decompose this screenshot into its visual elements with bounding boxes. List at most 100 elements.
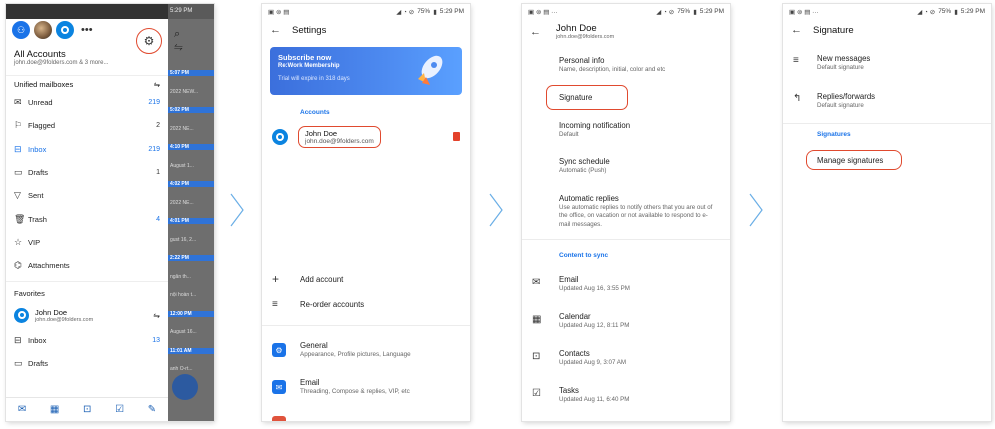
status-bar: ▣ ⊚ ▤ ··· ◢ ◔ ⊘ 75% ▮ 5:29 PM — [528, 8, 724, 16]
signature-item[interactable]: Signature — [559, 93, 724, 102]
settings-next-partial — [272, 414, 300, 421]
new-messages-item[interactable]: ≡ New messages Default signature — [793, 54, 870, 71]
account-highlight[interactable]: John Doe john.doe@9folders.com — [298, 126, 381, 148]
favorites-header: Favorites — [6, 281, 168, 302]
unified-mailboxes-header[interactable]: Unified mailboxes ⇋ — [6, 75, 168, 91]
background-mail-item: 2:22 PM — [168, 255, 214, 261]
reply-icon: ↰ — [793, 93, 802, 104]
sync-item-calendar[interactable]: ▦ Calendar Updated Aug 12, 8:11 PM — [532, 312, 629, 329]
search-icon: ⌕ ⇋ — [174, 28, 193, 53]
background-mail-item: 12:00 PM — [168, 310, 214, 317]
envelope-icon: ✉ — [14, 97, 22, 108]
signatures-section-label: Signatures — [817, 131, 851, 138]
background-mail-list: 5:29 PM ⌕ ⇋ 5:07 PM 2022 NEW... 5:02 PM 202… — [168, 4, 214, 421]
folder-list: ✉ Unread 219 ⚐ Flagged 2 ⊟ Inbox 219 ▭ Drafts 1 ▽ Sen… — [6, 91, 168, 277]
calendar-icon: ▦ — [532, 314, 542, 325]
folder-trash[interactable]: 🗑 Trash 4 — [6, 207, 168, 230]
screen-settings: ▣ ⊚ ▤ ◢ ◔ ⊘ 75% ▮ 5:29 PM ← Settings Subscr… — [262, 4, 470, 421]
status-bar: ▣ ⊚ ▤ ··· ◢ ◔ ⊘ 75% ▮ 5:29 PM — [789, 8, 985, 16]
contacts-icon[interactable]: ⊡ — [83, 404, 91, 415]
more-icon[interactable]: ••• — [81, 24, 93, 36]
star-icon: ☆ — [14, 236, 23, 247]
add-account-button[interactable]: + Add account — [272, 272, 343, 286]
divider — [522, 239, 730, 240]
rocket-icon — [418, 55, 443, 85]
chevron-right-icon — [749, 193, 763, 227]
screen-mail-drawer: 5:29 PM ⌕ ⇋ 5:07 PM 2022 NEW... 5:02 PM 202… — [6, 4, 214, 421]
account-subtitle: john.doe@9folders.com & 3 more... — [14, 60, 109, 66]
folder-vip[interactable]: ☆ VIP — [6, 231, 168, 254]
mail-icon: ✉ — [532, 277, 541, 288]
sync-schedule-item[interactable]: Sync schedule Automatic (Push) — [559, 157, 724, 175]
settings-general[interactable]: ⚙ General Appearance, Profile pictures, … — [272, 341, 411, 358]
send-icon: ▽ — [14, 190, 21, 201]
incoming-notification-item[interactable]: Incoming notification Default — [559, 121, 724, 139]
outlook-avatar[interactable] — [56, 21, 74, 39]
background-mail-item: August 1... — [170, 162, 194, 169]
page-title: Signature — [813, 24, 854, 36]
all-accounts-avatar[interactable]: ⚇ — [12, 21, 30, 39]
mail-icon[interactable]: ✉ — [18, 404, 26, 415]
inbox-icon: ⊟ — [14, 143, 22, 154]
background-mail-item: August 16... — [170, 329, 197, 335]
fav-inbox[interactable]: ⊟ Inbox 13 — [6, 328, 168, 351]
back-arrow-icon[interactable]: ← — [270, 24, 292, 36]
tasks-icon[interactable]: ☑ — [115, 404, 124, 415]
envelope-icon: ✉ — [272, 380, 286, 394]
reorder-accounts-button[interactable]: ≡ Re-order accounts — [272, 299, 364, 310]
drafts-icon: ▭ — [14, 167, 23, 178]
replies-forwards-item[interactable]: ↰ Replies/forwards Default signature — [793, 92, 875, 109]
sync-item-tasks[interactable]: ☑ Tasks Updated Aug 11, 6:40 PM — [532, 386, 629, 403]
back-arrow-icon[interactable]: ← — [791, 24, 813, 36]
account-row-john-doe[interactable]: John Doe john.doe@9folders.com — [262, 116, 470, 148]
background-mail-item: 2022 NE... — [170, 199, 194, 206]
filter-icon[interactable]: ⇋ — [153, 311, 160, 320]
sync-item-email[interactable]: ✉ Email Updated Aug 16, 3:55 PM — [532, 275, 630, 292]
contacts-icon: ⊡ — [532, 351, 541, 362]
fav-drafts[interactable]: ▭ Drafts — [6, 352, 168, 375]
automatic-replies-item[interactable]: Automatic replies Use automatic replies … — [559, 194, 719, 229]
inbox-icon: ⊟ — [14, 334, 22, 345]
personal-info-item[interactable]: Personal info Name, description, initial… — [559, 56, 724, 74]
notes-icon[interactable]: ✎ — [148, 404, 156, 415]
background-mail-item: gust 16, 2... — [170, 236, 197, 243]
background-mail-item: 5:07 PM — [168, 70, 214, 76]
calendar-icon[interactable]: ▦ — [50, 404, 59, 415]
back-arrow-icon[interactable]: ← — [530, 23, 556, 38]
trash-icon: 🗑 — [14, 213, 26, 224]
settings-email[interactable]: ✉ Email Threading, Compose & replies, VI… — [272, 378, 410, 395]
folder-unread[interactable]: ✉ Unread 219 — [6, 91, 168, 114]
bottom-app-bar: ✉ ▦ ⊡ ☑ ✎ — [6, 397, 168, 421]
screen-signature: ▣ ⊚ ▤ ··· ◢ ◔ ⊘ 75% ▮ 5:29 PM ← Signature ≡… — [783, 4, 991, 421]
sync-item-contacts[interactable]: ⊡ Contacts Updated Aug 9, 3:07 AM — [532, 349, 626, 366]
folder-attachments[interactable]: ⌬ Attachments — [6, 254, 168, 277]
favorite-account[interactable]: John Doe john.doe@9folders.com ⇋ — [6, 302, 168, 328]
user-photo-avatar[interactable] — [34, 21, 52, 39]
background-mail-item: 2022 NE... — [170, 125, 194, 132]
app-bar: ← Signature — [783, 19, 991, 41]
subscribe-banner[interactable]: Subscribe now Re:Work Membership Trial w… — [270, 47, 462, 95]
background-mail-item: ngân th... — [170, 273, 191, 280]
folder-inbox[interactable]: ⊟ Inbox 219 — [6, 138, 168, 161]
filter-icon[interactable]: ⇋ — [154, 80, 160, 89]
accounts-section-label: Accounts — [300, 109, 330, 116]
chevron-right-icon — [489, 193, 503, 227]
folder-sent[interactable]: ▽ Sent — [6, 184, 168, 207]
background-mail-item: 5:02 PM — [168, 107, 214, 113]
manage-signatures-button[interactable]: Manage signatures — [806, 150, 902, 170]
folder-drafts[interactable]: ▭ Drafts 1 — [6, 161, 168, 184]
navigation-drawer: ⚇ ••• ⚙ All Accounts john.doe@9folders.c… — [6, 4, 168, 421]
attachment-icon: ⌬ — [14, 260, 22, 271]
drafts-icon: ▭ — [14, 357, 23, 368]
status-bar — [6, 4, 168, 19]
settings-gear-icon[interactable]: ⚙ — [136, 28, 162, 54]
screen-account-settings: ▣ ⊚ ▤ ··· ◢ ◔ ⊘ 75% ▮ 5:29 PM ← John Doe jo… — [522, 4, 730, 421]
chevron-right-icon — [230, 193, 244, 227]
folder-flagged[interactable]: ⚐ Flagged 2 — [6, 114, 168, 137]
plus-icon: + — [272, 272, 280, 286]
background-mail-item: 4:02 PM — [168, 181, 214, 187]
divider — [783, 123, 991, 124]
app-bar: ← John Doe john.doe@9folders.com — [530, 23, 615, 40]
tasks-icon: ☑ — [532, 388, 541, 399]
background-mail-item: 2022 NEW... — [170, 88, 199, 95]
